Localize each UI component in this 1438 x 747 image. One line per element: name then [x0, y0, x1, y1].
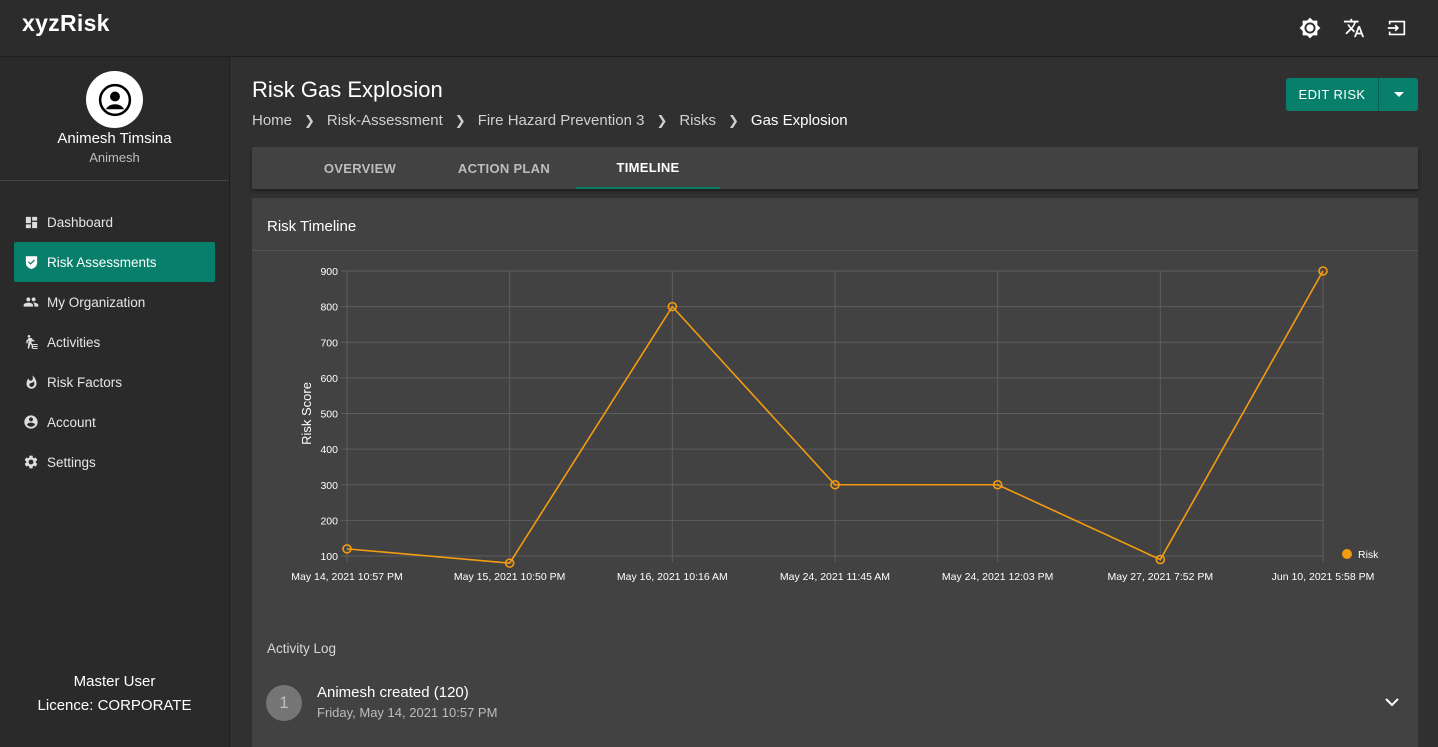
sidebar-item-label: Dashboard [47, 214, 114, 230]
y-tick-label: 800 [320, 302, 338, 314]
chevron-right-icon: ❯ [304, 112, 315, 128]
sidebar-item-label: Activities [47, 334, 101, 350]
brightness-icon[interactable] [1296, 14, 1324, 42]
y-tick-label: 700 [320, 337, 338, 349]
x-tick-label: May 27, 2021 7:52 PM [1108, 571, 1214, 583]
dashboard-icon [23, 214, 39, 230]
legend-label-risk: Risk [1358, 549, 1379, 561]
user-role: Master User [73, 673, 156, 690]
legend-marker-risk [1342, 549, 1352, 559]
sidebar-nav: Dashboard Risk Assessments My Organizati… [14, 202, 215, 482]
x-tick-label: May 14, 2021 10:57 PM [291, 571, 403, 583]
x-tick-label: May 24, 2021 11:45 AM [780, 571, 890, 583]
chevron-down-icon[interactable] [1382, 692, 1402, 712]
licence-type: Licence: CORPORATE [37, 697, 192, 714]
y-tick-label: 500 [320, 409, 338, 421]
breadcrumb: Home ❯ Risk-Assessment ❯ Fire Hazard Pre… [252, 112, 848, 129]
edit-risk-button[interactable]: EDIT RISK [1286, 78, 1378, 111]
log-step-number: 1 [266, 685, 302, 721]
sidebar-item-settings[interactable]: Settings [14, 442, 215, 482]
shield-check-icon [23, 254, 39, 270]
x-tick-label: Jun 10, 2021 5:58 PM [1272, 571, 1375, 583]
sidebar-item-my-organization[interactable]: My Organization [14, 282, 215, 322]
top-app-bar: xyzRisk [0, 0, 1438, 57]
chevron-right-icon: ❯ [454, 112, 466, 128]
sidebar-item-dashboard[interactable]: Dashboard [14, 202, 215, 242]
sidebar-item-label: Settings [47, 454, 96, 470]
sidebar: Animesh Timsina Animesh Dashboard Risk A… [0, 57, 230, 747]
fire-icon [23, 374, 39, 390]
sidebar-item-activities[interactable]: Activities [14, 322, 215, 362]
breadcrumb-current: Gas Explosion [750, 112, 848, 129]
y-tick-label: 400 [320, 444, 338, 456]
user-name: Animesh Timsina [57, 130, 172, 147]
y-tick-label: 900 [320, 266, 338, 278]
tab-timeline[interactable]: TIMELINE [576, 147, 720, 189]
log-date: Friday, May 14, 2021 10:57 PM [317, 705, 498, 720]
activity-log-heading: Activity Log [267, 641, 337, 656]
breadcrumb-risks[interactable]: Risks [679, 112, 716, 129]
risk-timeline-chart: 100 200 300 400 500 600 700 800 900 May 14, 2021 … [291, 266, 1379, 583]
activity-log-item[interactable]: 1 Animesh created (120) Friday, May 14, … [266, 682, 1406, 732]
people-icon [23, 294, 39, 310]
tab-action-plan[interactable]: ACTION PLAN [432, 147, 576, 189]
breadcrumb-risk-assessment[interactable]: Risk-Assessment [327, 112, 443, 129]
caret-down-icon [1393, 91, 1404, 97]
breadcrumb-home[interactable]: Home [252, 112, 292, 129]
y-tick-label: 600 [320, 373, 338, 385]
y-tick-label: 300 [320, 480, 338, 492]
edit-risk-button-group: EDIT RISK [1286, 78, 1418, 111]
log-title: Animesh created (120) [317, 684, 469, 701]
x-tick-label: May 16, 2021 10:16 AM [617, 571, 728, 583]
chevron-right-icon: ❯ [728, 112, 739, 128]
sidebar-item-label: Risk Factors [47, 374, 123, 390]
y-axis-label: Risk Score [299, 382, 314, 445]
x-tick-label: May 24, 2021 12:03 PM [942, 571, 1054, 583]
sidebar-item-label: My Organization [47, 294, 146, 310]
sidebar-item-risk-assessments[interactable]: Risk Assessments [14, 242, 215, 282]
x-tick-label: May 15, 2021 10:50 PM [454, 571, 565, 583]
timeline-card: Risk Timeline 100 200 300 400 500 600 700 800 90… [252, 198, 1418, 747]
tab-bar: OVERVIEW ACTION PLAN TIMELINE [252, 147, 1418, 189]
translate-icon[interactable] [1340, 14, 1368, 42]
sidebar-item-risk-factors[interactable]: Risk Factors [14, 362, 215, 402]
activity-icon [23, 334, 39, 350]
sidebar-divider [0, 180, 229, 181]
tab-overview[interactable]: OVERVIEW [288, 147, 432, 189]
gear-icon [23, 454, 39, 470]
app-brand[interactable]: xyzRisk [22, 10, 110, 37]
user-username: Animesh [89, 150, 140, 165]
sidebar-item-label: Account [47, 414, 96, 430]
breadcrumb-assessment[interactable]: Fire Hazard Prevention 3 [478, 112, 645, 129]
y-tick-label: 200 [320, 515, 338, 527]
y-tick-label: 100 [320, 551, 338, 563]
edit-risk-menu-button[interactable] [1378, 78, 1418, 111]
chevron-right-icon: ❯ [656, 112, 668, 128]
account-icon [23, 414, 39, 430]
sidebar-item-account[interactable]: Account [14, 402, 215, 442]
avatar[interactable] [86, 71, 143, 128]
sidebar-item-label: Risk Assessments [47, 254, 157, 270]
logout-icon[interactable] [1383, 14, 1411, 42]
page-title: Risk Gas Explosion [252, 77, 443, 102]
card-title: Risk Timeline [267, 218, 357, 235]
